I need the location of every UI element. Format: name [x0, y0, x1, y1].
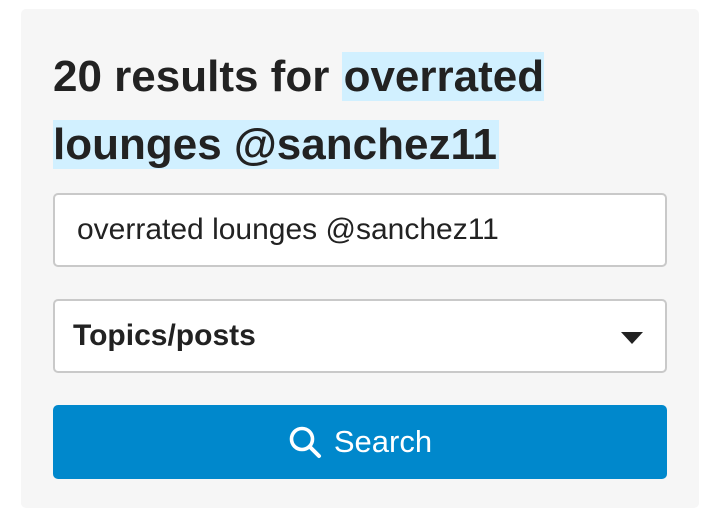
caret-down-icon	[621, 332, 643, 344]
search-input[interactable]	[53, 193, 667, 267]
search-type-selected-value: Topics/posts	[73, 319, 256, 352]
search-button-label: Search	[333, 424, 433, 459]
results-count-text: 20 results for	[53, 52, 342, 101]
search-type-select[interactable]: Topics/posts	[53, 299, 667, 373]
search-button[interactable]: Search	[53, 405, 667, 479]
results-heading: 20 results for overrated lounges @sanche…	[53, 43, 673, 179]
search-icon	[289, 426, 321, 458]
